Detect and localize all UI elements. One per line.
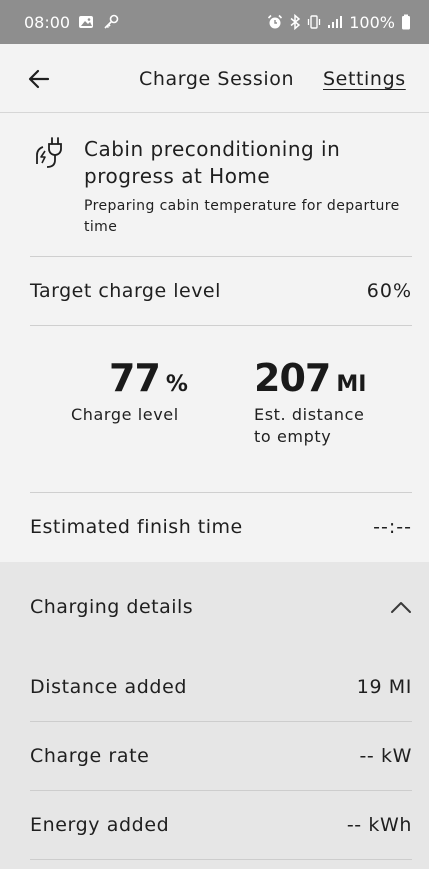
- detail-label: Energy added: [30, 814, 170, 836]
- image-icon: [78, 14, 94, 30]
- charging-details-title: Charging details: [30, 596, 194, 618]
- charging-details-toggle[interactable]: Charging details: [30, 596, 412, 618]
- detail-label: Distance added: [30, 676, 188, 698]
- status-bar: 08:00 100%: [0, 0, 429, 44]
- back-button[interactable]: [26, 66, 52, 92]
- charge-level-metric: 77 % Charge level: [71, 356, 221, 426]
- status-title: Cabin preconditioning in progress at Hom…: [84, 137, 341, 188]
- distance-value-group: 207 MI: [254, 356, 384, 400]
- charge-level-value: 77: [109, 356, 161, 400]
- detail-label: Charge rate: [30, 745, 150, 767]
- divider: [30, 492, 412, 493]
- divider: [30, 721, 412, 722]
- status-time: 08:00: [24, 12, 71, 32]
- distance-metric: 207 MI Est. distance to empty: [254, 356, 384, 448]
- divider: [30, 256, 412, 257]
- divider: [30, 325, 412, 326]
- alarm-icon: [267, 14, 283, 30]
- target-charge-row[interactable]: Target charge level 60%: [30, 280, 412, 302]
- detail-row-charge-rate: Charge rate -- kW: [30, 745, 412, 767]
- settings-link[interactable]: Settings: [323, 68, 406, 90]
- detail-row-energy-added: Energy added -- kWh: [30, 814, 412, 836]
- status-bar-right: 100%: [267, 13, 411, 32]
- bluetooth-icon: [289, 14, 301, 30]
- arrow-left-icon: [28, 69, 50, 89]
- charge-level-unit: %: [165, 372, 188, 397]
- target-charge-label: Target charge level: [30, 280, 221, 302]
- battery-icon: [401, 14, 411, 30]
- charging-details-panel: Charging details Distance added 19 MI Ch…: [0, 562, 429, 869]
- distance-unit: MI: [336, 372, 367, 397]
- distance-label: Est. distance to empty: [254, 405, 365, 446]
- status-subtitle: Preparing cabin temperature for departur…: [84, 198, 400, 235]
- finish-time-value: --:--: [373, 516, 412, 538]
- chevron-up-icon: [391, 602, 411, 613]
- divider: [30, 790, 412, 791]
- distance-value: 207: [254, 356, 331, 400]
- divider: [30, 859, 412, 860]
- vibrate-icon: [307, 14, 321, 30]
- plug-charging-icon: [36, 137, 62, 168]
- finish-time-row: Estimated finish time --:--: [30, 516, 412, 538]
- charge-level-label: Charge level: [71, 405, 179, 424]
- charge-level-value-group: 77 %: [71, 356, 221, 400]
- status-bar-left: 08:00: [24, 13, 120, 32]
- key-icon: [102, 13, 120, 31]
- target-charge-value: 60%: [366, 280, 412, 302]
- battery-percent: 100%: [349, 12, 395, 32]
- signal-icon: [327, 15, 343, 29]
- detail-value: 19 MI: [356, 676, 412, 698]
- finish-time-label: Estimated finish time: [30, 516, 243, 538]
- page-title: Charge Session: [139, 68, 295, 90]
- detail-row-distance-added: Distance added 19 MI: [30, 676, 412, 698]
- detail-value: -- kWh: [346, 814, 412, 836]
- app-header: Charge Session Settings: [0, 44, 429, 113]
- detail-value: -- kW: [359, 745, 412, 767]
